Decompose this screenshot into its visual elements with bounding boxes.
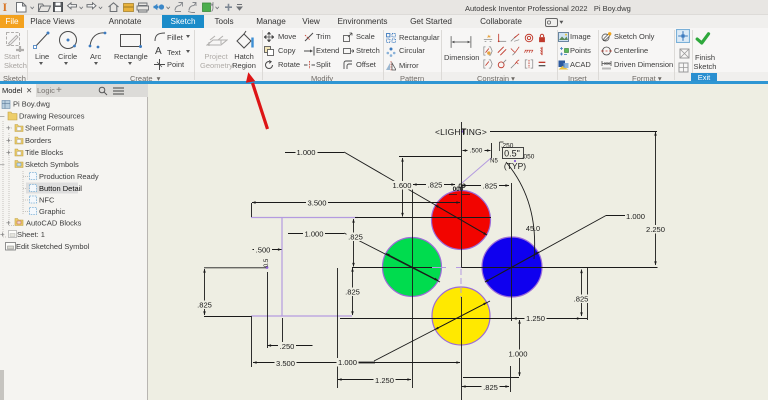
svg-text:1.000: 1.000 [508, 350, 527, 359]
svg-text:1.000: 1.000 [338, 358, 357, 367]
svg-text:+: + [6, 148, 11, 157]
svg-text:.500: .500 [470, 148, 483, 155]
svg-text:Title Blocks: Title Blocks [25, 148, 63, 157]
svg-text:T: T [462, 128, 467, 137]
svg-text:2.250: 2.250 [646, 225, 665, 234]
svg-text:.825: .825 [345, 288, 360, 297]
svg-text:3.500: 3.500 [307, 199, 326, 208]
svg-text:Borders: Borders [25, 136, 52, 145]
svg-text:.500: .500 [256, 246, 271, 255]
svg-text:Production Ready: Production Ready [39, 172, 99, 181]
svg-text:–: – [0, 112, 5, 121]
svg-text:Graphic: Graphic [39, 207, 66, 216]
svg-text:AutoCAD Blocks: AutoCAD Blocks [26, 219, 82, 228]
svg-text:Sheet Formats: Sheet Formats [25, 124, 74, 133]
svg-text:0.5": 0.5" [504, 149, 520, 159]
svg-text:1.600: 1.600 [392, 181, 411, 190]
svg-text:+: + [6, 219, 11, 228]
svg-text:Sheet: 1: Sheet: 1 [17, 230, 45, 239]
svg-text:.825: .825 [197, 301, 212, 310]
svg-text:+: + [6, 124, 11, 133]
svg-text:Drawing Resources: Drawing Resources [19, 112, 85, 121]
svg-text:.825: .825 [483, 383, 498, 392]
svg-text:.825: .825 [348, 233, 363, 242]
svg-text:Button Detail: Button Detail [39, 184, 82, 193]
svg-text:.250: .250 [280, 342, 295, 351]
svg-text:1.000: 1.000 [626, 212, 645, 221]
svg-text:45.0: 45.0 [526, 224, 540, 233]
svg-text:1.250: 1.250 [375, 376, 394, 385]
svg-text:.825: .825 [428, 181, 443, 190]
svg-text:1.000: 1.000 [296, 148, 315, 157]
svg-text:NFC: NFC [39, 196, 55, 205]
svg-text:3.500: 3.500 [276, 359, 295, 368]
svg-text:–: – [0, 160, 5, 169]
svg-text:0.5: 0.5 [264, 258, 270, 267]
svg-text:+: + [6, 136, 11, 145]
svg-text:.825: .825 [483, 182, 498, 191]
svg-text:Pi Boy.dwg: Pi Boy.dwg [13, 100, 50, 109]
svg-text:Edit Sketched Symbol: Edit Sketched Symbol [16, 242, 90, 251]
svg-text:.050: .050 [522, 154, 535, 161]
svg-text:(TYP): (TYP) [504, 161, 526, 171]
svg-text:00: 00 [458, 183, 466, 190]
svg-text:N5: N5 [490, 159, 498, 165]
svg-text:.825: .825 [574, 295, 589, 304]
svg-text:1.250: 1.250 [526, 314, 545, 323]
svg-text:I: I [3, 0, 8, 14]
svg-text:Sketch Symbols: Sketch Symbols [25, 160, 79, 169]
svg-text:1.000: 1.000 [304, 230, 323, 239]
svg-text:+: + [0, 230, 5, 239]
